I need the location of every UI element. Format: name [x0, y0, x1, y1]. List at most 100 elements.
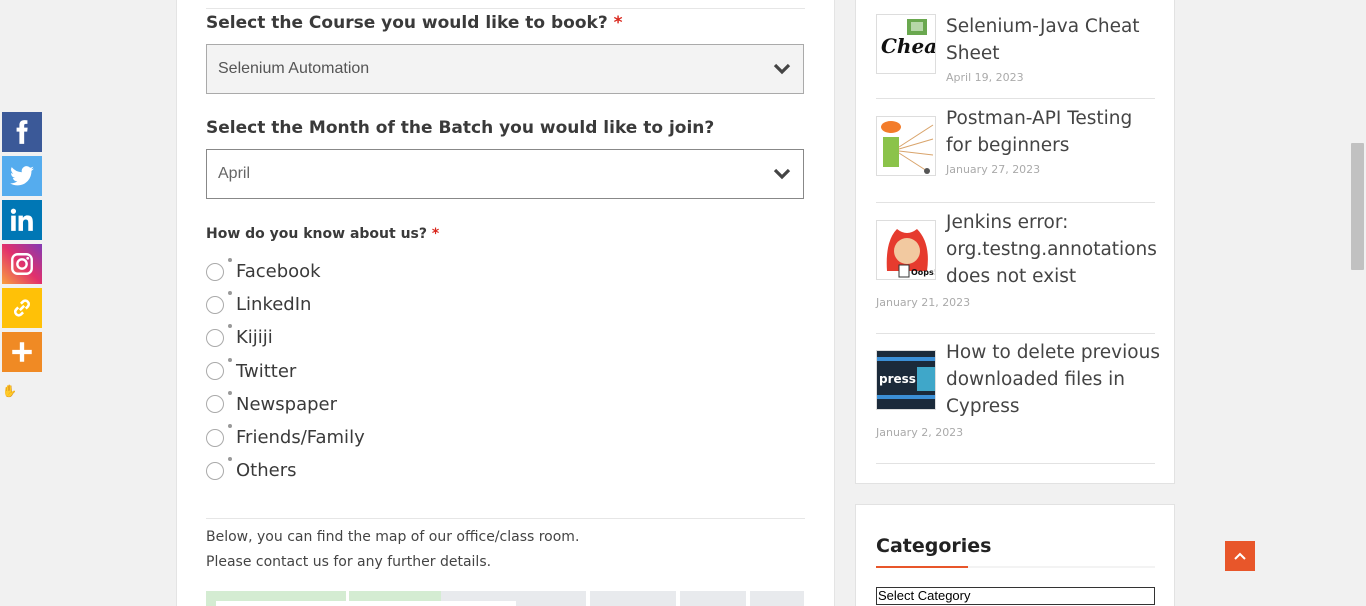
plus-icon [12, 342, 32, 362]
recent-posts-widget: Cheat SHE Selenium-Java Cheat Sheet Apri… [855, 0, 1175, 484]
map-road [586, 591, 590, 606]
radio-label: LinkedIn [236, 294, 312, 316]
page: ✋ Select the Course you would like to bo… [0, 0, 1366, 606]
dot-icon [228, 324, 232, 329]
post-thumbnail[interactable] [876, 116, 936, 176]
radio-button[interactable] [206, 428, 224, 447]
postman-api-thumbnail-icon [877, 117, 935, 175]
linkedin-icon [10, 208, 33, 231]
thumb-text: Oops! [911, 268, 936, 277]
dot-icon [228, 258, 232, 262]
twitter-icon [10, 166, 34, 186]
dot-icon [228, 390, 232, 395]
cheat-sheet-thumbnail-icon: Cheat SHE [877, 15, 936, 73]
scrollbar-thumb[interactable] [1351, 143, 1364, 270]
radio-option-twitter[interactable]: Twitter [206, 355, 365, 388]
how-know-text: How do you know about us? [206, 226, 427, 242]
radio-label: Others [236, 460, 297, 482]
map-road [746, 591, 750, 606]
map-info-text: Below, you can find the map of our offic… [206, 529, 580, 545]
post-item: Cheat SHE Selenium-Java Cheat Sheet Apri… [876, 1, 1155, 99]
post-thumbnail[interactable]: Cheat SHE [876, 14, 936, 74]
facebook-share-button[interactable] [2, 112, 42, 152]
divider [206, 8, 805, 9]
map-road [676, 591, 680, 606]
map-road [216, 601, 516, 606]
main-content: Select the Course you would like to book… [176, 0, 835, 606]
month-select[interactable]: April [206, 149, 804, 199]
link-icon [14, 299, 30, 317]
radio-label: Twitter [236, 360, 297, 382]
thumb-text: Cheat SHE [881, 34, 936, 58]
cypress-thumbnail-icon: press [877, 351, 935, 409]
radio-button[interactable] [206, 362, 224, 381]
radio-option-facebook[interactable]: Facebook [206, 255, 365, 288]
radio-button[interactable] [206, 262, 224, 281]
post-date: January 21, 2023 [876, 296, 971, 309]
radio-label: Friends/Family [236, 427, 365, 449]
radio-option-linkedin[interactable]: LinkedIn [206, 288, 365, 321]
post-item: press How to delete previous downloaded … [876, 334, 1160, 464]
radio-label: Facebook [236, 261, 321, 283]
categories-widget: Categories Select Category [855, 504, 1175, 606]
month-select-value: April [218, 165, 251, 182]
radio-button[interactable] [206, 395, 224, 414]
chevron-down-icon [773, 63, 791, 75]
radio-option-kijiji[interactable]: Kijiji [206, 321, 365, 354]
title-underline [876, 566, 1155, 568]
category-select[interactable]: Select Category [876, 587, 1155, 605]
post-date: April 19, 2023 [946, 71, 1024, 84]
dot-icon [228, 291, 232, 296]
course-select[interactable]: Selenium Automation [206, 44, 804, 94]
post-thumbnail[interactable]: Oops! [876, 220, 936, 280]
page-scrollbar[interactable] [1349, 0, 1366, 606]
course-question-text: Select the Course you would like to book… [206, 13, 608, 33]
course-select-value: Selenium Automation [218, 60, 370, 77]
instagram-icon [11, 253, 33, 275]
post-title-link[interactable]: Selenium-Java Cheat Sheet [946, 13, 1161, 67]
instagram-share-button[interactable] [2, 244, 42, 284]
post-thumbnail[interactable]: press [876, 350, 936, 410]
how-know-label: How do you know about us? * [206, 226, 439, 242]
dot-icon [228, 457, 232, 462]
post-date: January 27, 2023 [946, 163, 1041, 176]
hide-share-bar-icon[interactable]: ✋ [2, 384, 17, 400]
radio-button[interactable] [206, 328, 224, 347]
copy-link-button[interactable] [2, 288, 42, 328]
how-know-radio-group: Facebook LinkedIn Kijiji Twitter Newspap… [206, 255, 365, 487]
radio-option-newspaper[interactable]: Newspaper [206, 388, 365, 421]
contact-info-text: Please contact us for any further detail… [206, 554, 492, 570]
radio-label: Kijiji [236, 327, 273, 349]
chevron-down-icon [773, 168, 791, 180]
post-item: Postman-API Testing for beginners Januar… [876, 99, 1155, 203]
divider [206, 518, 805, 519]
linkedin-share-button[interactable] [2, 200, 42, 240]
back-to-top-button[interactable] [1225, 541, 1255, 571]
dot-icon [228, 423, 232, 428]
course-question-label: Select the Course you would like to book… [206, 13, 623, 33]
post-title-link[interactable]: Jenkins error: org.testng.annotations do… [946, 209, 1161, 290]
radio-option-others[interactable]: Others [206, 454, 365, 487]
post-date: January 2, 2023 [876, 426, 964, 439]
radio-option-friends-family[interactable]: Friends/Family [206, 421, 365, 454]
post-item: Oops! Jenkins error: org.testng.annotati… [876, 203, 1157, 334]
office-map[interactable] [206, 591, 804, 606]
dot-icon [228, 357, 232, 362]
required-mark: * [613, 13, 623, 33]
map-road [346, 591, 349, 606]
month-question-text: Select the Month of the Batch you would … [206, 118, 715, 138]
chevron-up-icon [1234, 552, 1246, 560]
twitter-share-button[interactable] [2, 156, 42, 196]
post-title-link[interactable]: How to delete previous downloaded files … [946, 339, 1161, 420]
radio-button[interactable] [206, 461, 224, 480]
radio-label: Newspaper [236, 393, 337, 415]
more-share-button[interactable] [2, 332, 42, 372]
facebook-icon [16, 120, 28, 144]
required-mark: * [431, 226, 440, 242]
jenkins-error-thumbnail-icon: Oops! [877, 221, 936, 279]
post-title-link[interactable]: Postman-API Testing for beginners [946, 105, 1161, 159]
categories-title: Categories [876, 535, 992, 557]
thumb-text: press [879, 372, 916, 386]
social-share-bar [2, 112, 42, 376]
radio-button[interactable] [206, 295, 224, 314]
